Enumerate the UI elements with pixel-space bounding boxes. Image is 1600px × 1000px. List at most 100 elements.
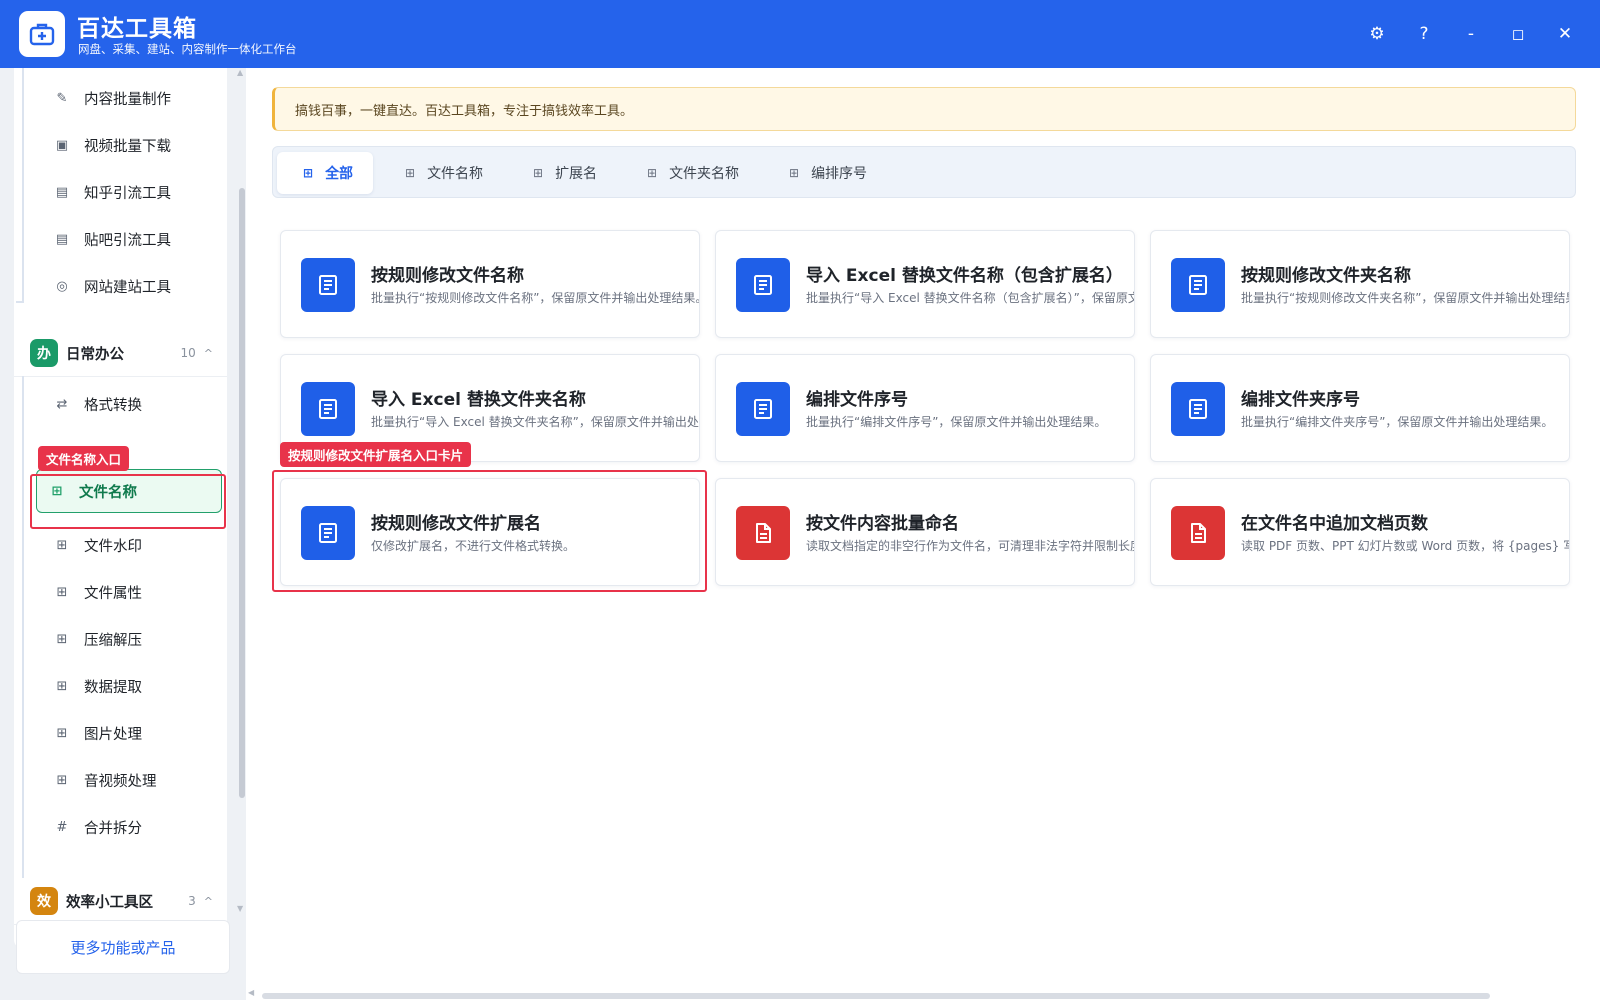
settings-button[interactable]: ⚙ — [1362, 19, 1392, 49]
tool-card-name-by-content[interactable]: 按文件内容批量命名 读取文档指定的非空行作为文件名，可清理非法字符并限制长度； — [715, 478, 1135, 586]
category-tabs: ⊞ 全部 ⊞ 文件名称 ⊞ 扩展名 ⊞ 文件夹名称 ⊞ 编排序号 — [272, 146, 1576, 198]
tab-label: 扩展名 — [555, 166, 598, 182]
card-title: 导入 Excel 替换文件夹名称 — [371, 390, 586, 410]
card-description: 批量执行“按规则修改文件名称”，保留原文件并输出处理结果。 — [371, 291, 700, 305]
tab-numbering[interactable]: ⊞ 编排序号 — [763, 152, 887, 194]
main-horizontal-scrollbar[interactable] — [262, 993, 1490, 999]
annotation-tag-card: 按规则修改文件扩展名入口卡片 — [280, 442, 472, 467]
card-description: 批量执行“按规则修改文件夹名称”，保留原文件并输出处理结果。 — [1241, 291, 1570, 305]
annotation-highlight-box — [30, 474, 226, 529]
sidebar-item-zhihu-tool[interactable]: ▤ 知乎引流工具 — [42, 170, 226, 214]
tool-card-number-folders[interactable]: 编排文件夹序号 批量执行“编排文件夹序号”，保留原文件并输出处理结果。 — [1150, 354, 1570, 462]
card-title: 编排文件序号 — [806, 390, 908, 410]
file-text-icon — [1191, 523, 1206, 543]
video-icon: ▣ — [55, 137, 69, 153]
sidebar-item-label: 格式转换 — [84, 397, 142, 414]
grid-icon: ⊞ — [56, 678, 68, 694]
minimize-button[interactable]: - — [1456, 19, 1486, 49]
card-description: 读取 PDF 页数、PPT 幻灯片数或 Word 页数，将 {pages} 写入… — [1241, 539, 1569, 553]
tool-card-rename-files[interactable]: 按规则修改文件名称 批量执行“按规则修改文件名称”，保留原文件并输出处理结果。 — [280, 230, 700, 338]
grid-icon: ⊞ — [56, 584, 68, 600]
document-icon — [319, 399, 337, 419]
card-description: 批量执行“导入 Excel 替换文件名称（包含扩展名）”，保留原文件 — [806, 291, 1135, 305]
help-icon: ? — [1419, 24, 1429, 44]
card-title: 导入 Excel 替换文件名称（包含扩展名） — [806, 266, 1123, 286]
document-icon-tile — [1171, 382, 1225, 436]
sidebar-group-efficiency-header[interactable]: 效 效率小工具区 3 ^ — [14, 878, 227, 924]
website-icon: ◎ — [56, 278, 68, 294]
sidebar-item-content-batch[interactable]: ✎ 内容批量制作 — [42, 76, 226, 120]
card-description: 批量执行“导入 Excel 替换文件夹名称”，保留原文件并输出处理结 — [371, 415, 700, 429]
sidebar-item-format-convert[interactable]: ⇄ 格式转换 — [42, 382, 226, 426]
grid-icon: ⊞ — [303, 166, 314, 180]
group-badge: 效 — [30, 887, 58, 915]
tab-extension[interactable]: ⊞ 扩展名 — [507, 152, 617, 194]
sidebar-tree-line — [22, 68, 24, 301]
grid-icon: ⊞ — [533, 166, 544, 180]
close-button[interactable]: ✕ — [1550, 19, 1580, 49]
document-icon — [1189, 275, 1207, 295]
chevron-up-icon[interactable]: ^ — [204, 895, 213, 908]
swap-icon: ⇄ — [56, 396, 68, 412]
sidebar-tree-line — [22, 376, 24, 916]
notice-banner: 搞钱百事，一键直达。百达工具箱，专注于搞钱效率工具。 — [272, 87, 1576, 131]
help-button[interactable]: ? — [1409, 19, 1439, 49]
sidebar-item-data-extract[interactable]: ⊞ 数据提取 — [42, 664, 226, 708]
card-title: 按规则修改文件名称 — [371, 266, 524, 286]
sidebar-group-daily-header[interactable]: 办 日常办公 10 ^ — [14, 330, 227, 376]
document-icon-tile — [736, 382, 790, 436]
sidebar-scrollbar-thumb[interactable] — [239, 188, 245, 798]
scroll-up-arrow[interactable]: ▲ — [237, 68, 243, 77]
sidebar-item-av-process[interactable]: ⊞ 音视频处理 — [42, 758, 226, 802]
card-title: 编排文件夹序号 — [1241, 390, 1360, 410]
scroll-down-arrow[interactable]: ▼ — [237, 904, 243, 913]
sidebar-item-label: 压缩解压 — [84, 632, 142, 649]
tool-card-append-page-count[interactable]: 在文件名中追加文档页数 读取 PDF 页数、PPT 幻灯片数或 Word 页数，… — [1150, 478, 1570, 586]
grid-icon: ⊞ — [647, 166, 658, 180]
tool-card-excel-rename-files[interactable]: 导入 Excel 替换文件名称（包含扩展名） 批量执行“导入 Excel 替换文… — [715, 230, 1135, 338]
grid-icon: ⊞ — [56, 537, 68, 553]
tab-all[interactable]: ⊞ 全部 — [277, 152, 374, 194]
tool-card-number-files[interactable]: 编排文件序号 批量执行“编排文件序号”，保留原文件并输出处理结果。 — [715, 354, 1135, 462]
sidebar-tree-line-end — [16, 301, 24, 303]
sidebar-item-label: 贴吧引流工具 — [84, 232, 171, 249]
card-description: 读取文档指定的非空行作为文件名，可清理非法字符并限制长度； — [806, 539, 1135, 553]
maximize-button[interactable]: ◻ — [1503, 19, 1533, 49]
tab-label: 编排序号 — [811, 166, 868, 182]
minimize-icon: - — [1467, 24, 1475, 44]
title-bar: 百达工具箱 网盘、采集、建站、内容制作一体化工作台 ⚙ ? - ◻ ✕ — [0, 0, 1600, 68]
sidebar-item-tieba-tool[interactable]: ▤ 贴吧引流工具 — [42, 217, 226, 261]
tab-file-name[interactable]: ⊞ 文件名称 — [379, 152, 503, 194]
more-features-button[interactable]: 更多功能或产品 — [16, 920, 230, 974]
document-icon — [319, 275, 337, 295]
app-logo — [19, 11, 65, 57]
annotation-tag-sidebar: 文件名称入口 — [38, 446, 130, 471]
card-title: 在文件名中追加文档页数 — [1241, 514, 1428, 534]
sidebar-item-website-tool[interactable]: ◎ 网站建站工具 — [42, 264, 226, 308]
sidebar-item-video-download[interactable]: ▣ 视频批量下载 — [42, 123, 226, 167]
document-icon — [1189, 399, 1207, 419]
file-text-icon-tile — [1171, 506, 1225, 560]
chevron-up-icon[interactable]: ^ — [204, 347, 213, 360]
grid-icon: ⊞ — [405, 166, 416, 180]
sidebar: ✎ 内容批量制作 ▣ 视频批量下载 ▤ 知乎引流工具 ▤ 贴吧引流工具 ◎ 网站… — [0, 68, 246, 1000]
sidebar-item-label: 文件水印 — [84, 538, 142, 555]
group-name: 日常办公 — [66, 346, 124, 363]
app-subtitle: 网盘、采集、建站、内容制作一体化工作台 — [78, 42, 297, 56]
sidebar-item-merge-split[interactable]: # 合并拆分 — [42, 805, 226, 849]
scroll-left-arrow[interactable]: ◀ — [248, 988, 254, 997]
file-text-icon-tile — [736, 506, 790, 560]
sidebar-item-file-watermark[interactable]: ⊞ 文件水印 — [42, 523, 226, 567]
tab-folder-name[interactable]: ⊞ 文件夹名称 — [621, 152, 759, 194]
document-icon-tile — [301, 382, 355, 436]
sidebar-item-file-properties[interactable]: ⊞ 文件属性 — [42, 570, 226, 614]
sidebar-item-compress[interactable]: ⊞ 压缩解压 — [42, 617, 226, 661]
gear-icon: ⚙ — [1369, 24, 1385, 44]
card-title: 按规则修改文件夹名称 — [1241, 266, 1411, 286]
sidebar-item-label: 网站建站工具 — [84, 279, 171, 296]
sidebar-item-label: 知乎引流工具 — [84, 185, 171, 202]
sidebar-item-label: 图片处理 — [84, 726, 142, 743]
tool-card-rename-folders[interactable]: 按规则修改文件夹名称 批量执行“按规则修改文件夹名称”，保留原文件并输出处理结果… — [1150, 230, 1570, 338]
sidebar-item-image-process[interactable]: ⊞ 图片处理 — [42, 711, 226, 755]
sidebar-item-label: 视频批量下载 — [84, 138, 171, 155]
